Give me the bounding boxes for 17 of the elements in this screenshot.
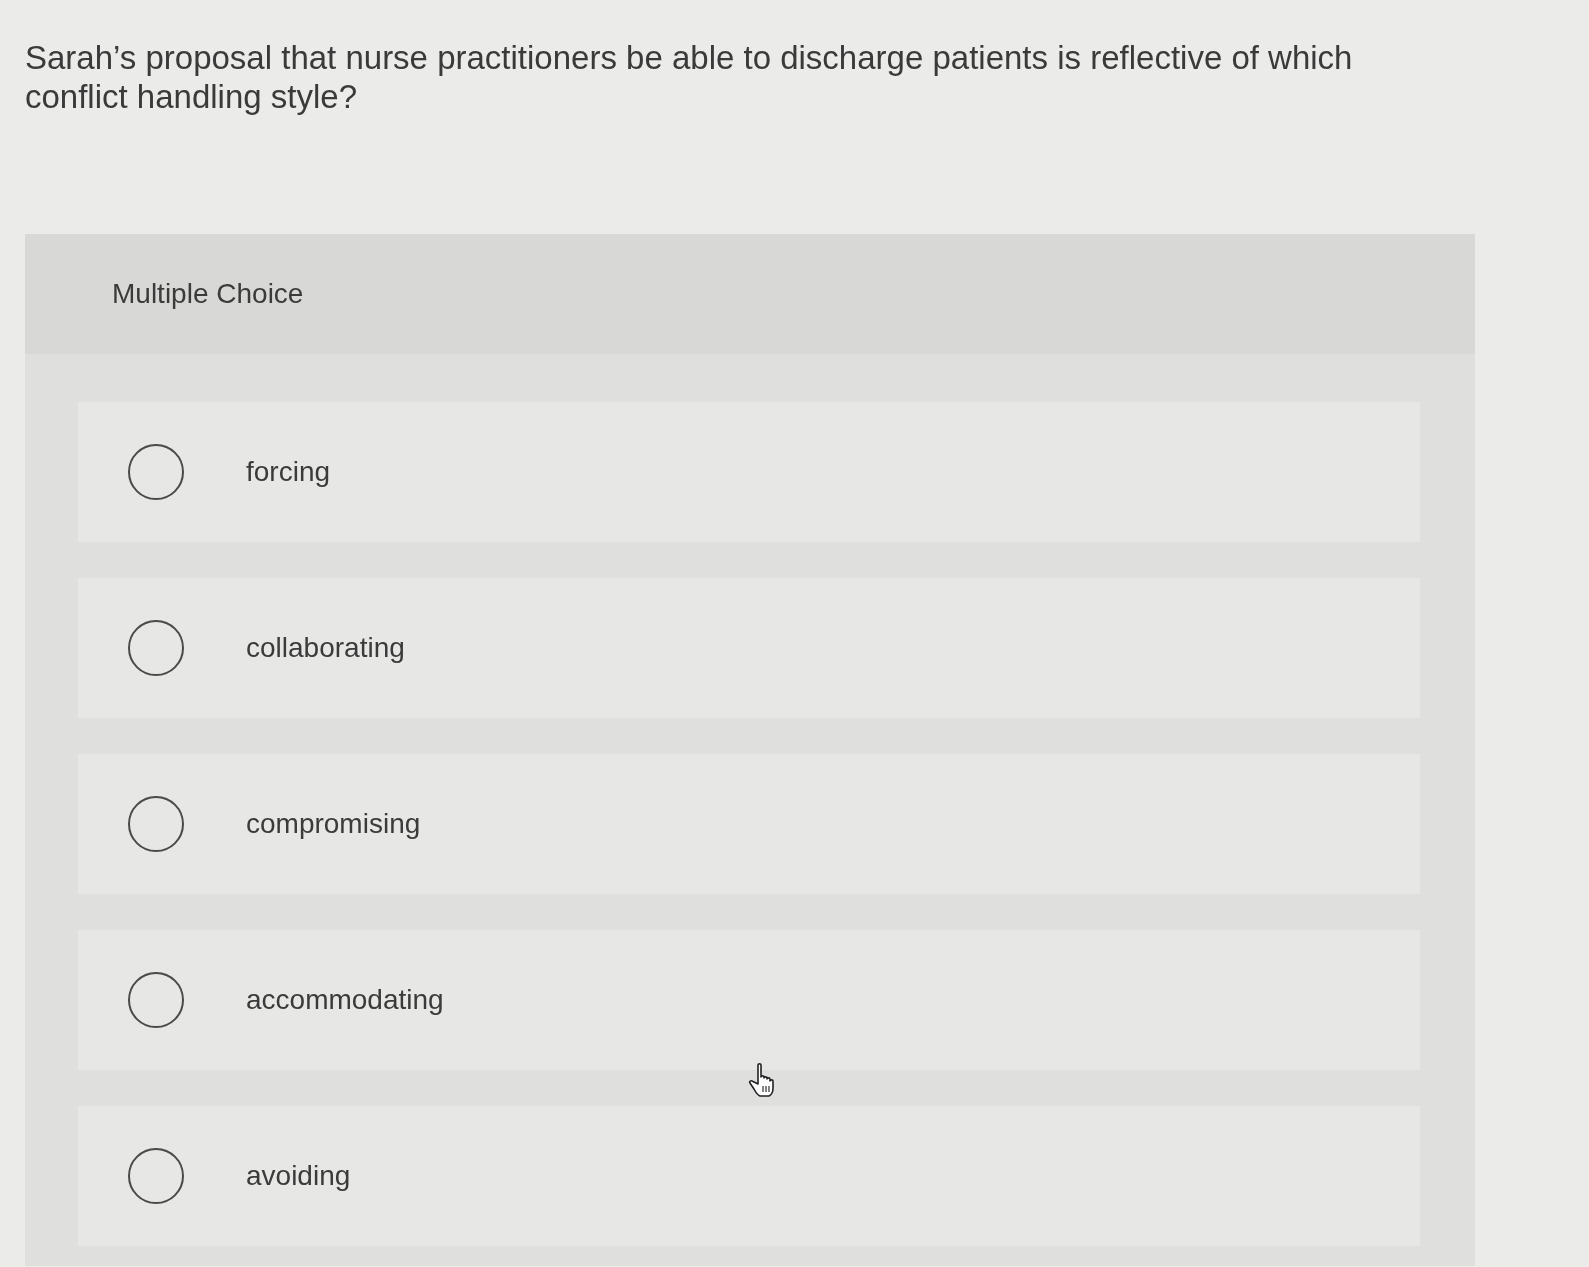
option-label: compromising [246,807,421,841]
option-label: accommodating [246,983,444,1017]
option-label: avoiding [246,1159,351,1193]
radio-button[interactable] [128,444,184,500]
radio-button[interactable] [128,1148,184,1204]
answer-option[interactable]: accommodating [78,930,1420,1070]
question-type-label: Multiple Choice [112,277,304,311]
question-text: Sarah’s proposal that nurse practitioners be able to discharge patients is reflective of which conflict handling style? [25,38,1354,116]
radio-button[interactable] [128,972,184,1028]
answer-option[interactable]: forcing [78,402,1420,542]
answer-option[interactable]: avoiding [78,1106,1420,1246]
radio-button[interactable] [128,620,184,676]
answer-option[interactable]: collaborating [78,578,1420,718]
radio-button[interactable] [128,796,184,852]
answer-option[interactable]: compromising [78,754,1420,894]
option-label: forcing [246,455,331,489]
option-label: collaborating [246,631,405,665]
